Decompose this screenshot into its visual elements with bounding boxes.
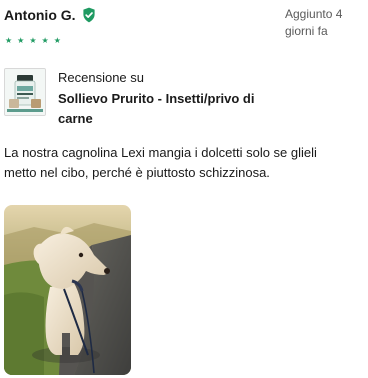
review-header: Antonio G. [4,6,97,24]
product-name-link[interactable]: Sollievo Prurito - Insetti/privo di carn… [58,89,288,129]
reviewed-label: Recensione su [58,70,144,85]
review-body: La nostra cagnolina Lexi mangia i dolcet… [4,145,317,180]
star-icon: ★ [29,36,37,45]
star-icon: ★ [5,36,13,45]
reviewed-product[interactable]: Recensione su Sollievo Prurito - Insetti… [4,68,288,129]
review-date: Aggiunto 4 giorni fa [285,7,343,38]
star-icon: ★ [41,36,49,45]
star-icon: ★ [17,36,25,45]
product-thumbnail[interactable] [4,68,46,116]
verified-badge-icon [81,7,97,23]
star-icon: ★ [53,36,61,45]
product-info: Recensione su Sollievo Prurito - Insetti… [58,68,288,129]
star-rating: ★ ★ ★ ★ ★ [5,36,61,46]
reviewer-name: Antonio G. [4,7,76,23]
review-photo[interactable] [4,205,131,375]
review-card: Antonio G. Aggiunto 4 giorni fa ★ ★ ★ ★ … [0,0,368,378]
